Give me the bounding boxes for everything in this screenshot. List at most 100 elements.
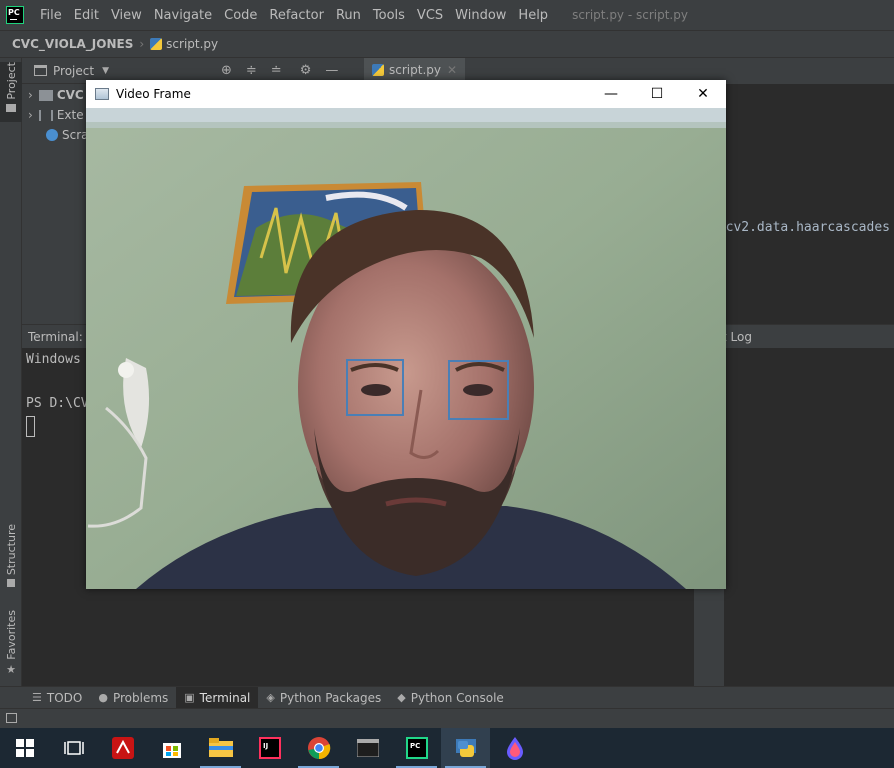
webcam-image xyxy=(86,108,726,589)
info-icon: ● xyxy=(98,691,108,704)
tree-item-label: Exte xyxy=(56,108,84,122)
minimize-icon[interactable]: — xyxy=(325,63,338,78)
list-icon: ☰ xyxy=(32,691,42,704)
window-controls: — ☐ ✕ xyxy=(588,80,726,108)
window-app-icon xyxy=(95,88,109,100)
left-tool-strip: Project Structure Favorites ★ xyxy=(0,58,22,686)
intellij-icon[interactable]: IJ xyxy=(245,728,294,768)
webcam-frame xyxy=(86,108,726,589)
windows-start-icon[interactable] xyxy=(0,728,49,768)
terminal-prompt: PS D:\CV xyxy=(26,396,89,411)
task-view-icon[interactable] xyxy=(49,728,98,768)
tree-item-external-libraries[interactable]: › Exte xyxy=(28,108,84,122)
panel-icon xyxy=(34,65,47,76)
video-frame-window[interactable]: Video Frame — ☐ ✕ xyxy=(86,80,726,589)
menu-code[interactable]: Code xyxy=(218,8,263,23)
terminal-line: Windows xyxy=(26,352,81,367)
chrome-icon[interactable] xyxy=(294,728,343,768)
window-title: script.py - script.py xyxy=(572,8,688,22)
svg-text:IJ: IJ xyxy=(263,742,268,750)
favorites-tab-label: Favorites xyxy=(4,610,18,660)
tab-label: TODO xyxy=(46,690,83,705)
chevron-right-icon: › xyxy=(139,37,145,51)
tab-label: Terminal xyxy=(199,690,251,705)
structure-tool-tab[interactable]: Structure xyxy=(0,524,22,594)
code-line: cv2.data.haarcascades xyxy=(725,220,890,235)
tab-label: Python Console xyxy=(410,690,504,705)
favorites-tool-tab[interactable]: Favorites ★ xyxy=(0,610,22,680)
acrobat-icon[interactable] xyxy=(98,728,147,768)
tab-label: script.py xyxy=(389,62,441,77)
expand-all-icon[interactable]: ≑ xyxy=(246,63,257,78)
star-icon: ★ xyxy=(6,662,16,676)
svg-text:PC: PC xyxy=(410,742,420,750)
collapse-all-icon[interactable]: ≐ xyxy=(271,63,282,78)
structure-tab-label: Structure xyxy=(4,524,18,576)
menu-view[interactable]: View xyxy=(105,8,148,23)
layout-icon[interactable] xyxy=(6,713,17,723)
terminal-cursor xyxy=(26,416,35,437)
breadcrumb-project[interactable]: CVC_VIOLA_JONES xyxy=(12,37,133,51)
minimize-window-icon[interactable]: — xyxy=(588,80,634,108)
close-icon[interactable]: ✕ xyxy=(447,63,457,77)
tab-todo[interactable]: ☰ TODO xyxy=(24,687,90,709)
tree-item-project[interactable]: › CVC xyxy=(28,88,84,102)
python-file-icon xyxy=(150,38,163,50)
menu-help[interactable]: Help xyxy=(512,8,554,23)
tab-terminal[interactable]: ▣ Terminal xyxy=(176,686,259,709)
terminal-app-icon[interactable] xyxy=(343,728,392,768)
paint-drop-icon[interactable] xyxy=(490,728,539,768)
menu-bar: PC File Edit View Navigate Code Refactor… xyxy=(0,0,894,30)
menu-vcs[interactable]: VCS xyxy=(411,8,449,23)
structure-icon xyxy=(7,579,15,588)
tree-item-scratches[interactable]: Scra xyxy=(46,128,89,142)
file-explorer-icon[interactable] xyxy=(196,728,245,768)
menu-run[interactable]: Run xyxy=(330,8,367,23)
status-bar xyxy=(0,708,894,728)
pycharm-logo-icon: PC xyxy=(6,6,24,24)
project-tool-tab[interactable]: Project xyxy=(0,62,22,122)
gear-icon[interactable]: ⚙ xyxy=(300,63,312,78)
project-panel-title[interactable]: Project xyxy=(53,64,94,78)
tree-item-label: CVC xyxy=(56,88,84,102)
python-app-icon[interactable] xyxy=(441,728,490,768)
menu-navigate[interactable]: Navigate xyxy=(148,8,218,23)
windows-taskbar: IJ PC xyxy=(0,728,894,768)
terminal-icon: ▣ xyxy=(184,691,195,704)
close-window-icon[interactable]: ✕ xyxy=(680,80,726,108)
run-log-panel xyxy=(724,348,894,686)
tab-problems[interactable]: ● Problems xyxy=(90,687,176,709)
chevron-right-icon: › xyxy=(28,108,33,122)
menu-window[interactable]: Window xyxy=(449,8,512,23)
store-icon[interactable] xyxy=(147,728,196,768)
breadcrumb-file[interactable]: script.py xyxy=(166,37,218,51)
python-file-icon xyxy=(372,63,384,76)
scratches-icon xyxy=(46,129,58,141)
library-icon xyxy=(38,109,53,121)
run-log-label: t Log xyxy=(722,329,752,344)
menu-edit[interactable]: Edit xyxy=(68,8,105,23)
dropdown-arrow-icon[interactable]: ▼ xyxy=(102,66,109,76)
main-menu: File Edit View Navigate Code Refactor Ru… xyxy=(34,8,554,23)
menu-file[interactable]: File xyxy=(34,8,68,23)
project-tab-label: Project xyxy=(4,62,18,100)
video-window-titlebar[interactable]: Video Frame — ☐ ✕ xyxy=(86,80,726,108)
tab-label: Problems xyxy=(112,690,169,705)
tab-label: Python Packages xyxy=(279,690,382,705)
folder-icon xyxy=(38,89,53,101)
locate-icon[interactable]: ⊕ xyxy=(221,63,232,78)
tree-item-label: Scra xyxy=(62,128,89,142)
bottom-tool-bar: ☰ TODO ● Problems ▣ Terminal ◈ Python Packag… xyxy=(0,686,894,709)
video-window-title: Video Frame xyxy=(116,87,191,101)
tab-python-console[interactable]: ◆ Python Console xyxy=(389,687,512,709)
layers-icon: ◈ xyxy=(266,691,275,704)
maximize-window-icon[interactable]: ☐ xyxy=(634,80,680,108)
menu-refactor[interactable]: Refactor xyxy=(263,8,330,23)
navigation-bar: CVC_VIOLA_JONES › script.py xyxy=(0,30,894,58)
tab-python-packages[interactable]: ◈ Python Packages xyxy=(258,687,389,709)
python-icon: ◆ xyxy=(397,691,406,704)
terminal-label: Terminal: xyxy=(28,329,83,344)
menu-tools[interactable]: Tools xyxy=(367,8,411,23)
folder-icon xyxy=(6,103,16,112)
pycharm-taskbar-icon[interactable]: PC xyxy=(392,728,441,768)
